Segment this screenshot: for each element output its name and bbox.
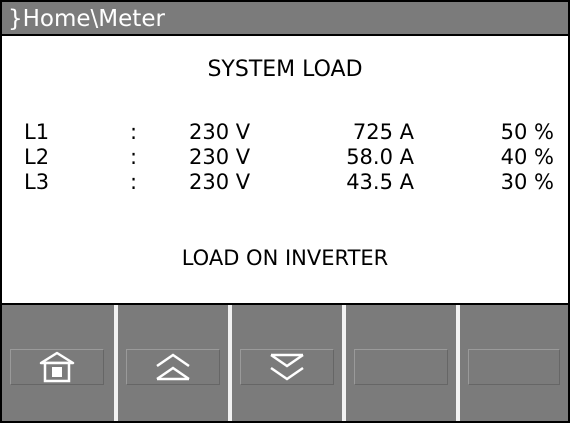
key-face [126,349,220,385]
key-face [10,349,104,385]
title-bar: }Home\Meter [2,2,568,36]
key-face [354,349,448,385]
status-text: LOAD ON INVERTER [181,246,389,270]
softkey-4[interactable] [346,305,456,421]
row-separator: : [130,145,138,169]
key-face [468,349,560,385]
page-up-button[interactable] [118,305,228,421]
page-down-icon [270,353,304,381]
table-row: L1 : 230 V 725 A 50 % [2,120,568,145]
current-value: 43.5 A [346,170,414,194]
table-row: L2 : 230 V 58.0 A 40 % [2,145,568,170]
load-percent: 40 % [500,145,554,169]
home-icon [39,351,75,383]
voltage-value: 230 V [189,120,251,144]
phase-label: L2 [24,145,50,169]
phase-label: L1 [24,120,50,144]
content-area: SYSTEM LOAD L1 : 230 V 725 A 50 % L2 : 2… [2,38,568,303]
softkey-bar [2,303,568,421]
phase-label: L3 [24,170,50,194]
page-down-button[interactable] [232,305,342,421]
load-percent: 50 % [500,120,554,144]
row-separator: : [130,170,138,194]
key-face [240,349,334,385]
load-table: L1 : 230 V 725 A 50 % L2 : 230 V 58.0 A … [2,120,568,195]
page-title: SYSTEM LOAD [207,57,363,82]
voltage-value: 230 V [189,170,251,194]
load-percent: 30 % [500,170,554,194]
voltage-value: 230 V [189,145,251,169]
table-row: L3 : 230 V 43.5 A 30 % [2,170,568,195]
meter-display: }Home\Meter SYSTEM LOAD L1 : 230 V 725 A… [0,0,570,423]
page-up-icon [156,353,190,381]
current-value: 58.0 A [346,145,414,169]
row-separator: : [130,120,138,144]
home-button[interactable] [2,305,112,421]
current-value: 725 A [352,120,414,144]
softkey-5[interactable] [460,305,568,421]
title-path: }Home\Meter [8,6,165,32]
